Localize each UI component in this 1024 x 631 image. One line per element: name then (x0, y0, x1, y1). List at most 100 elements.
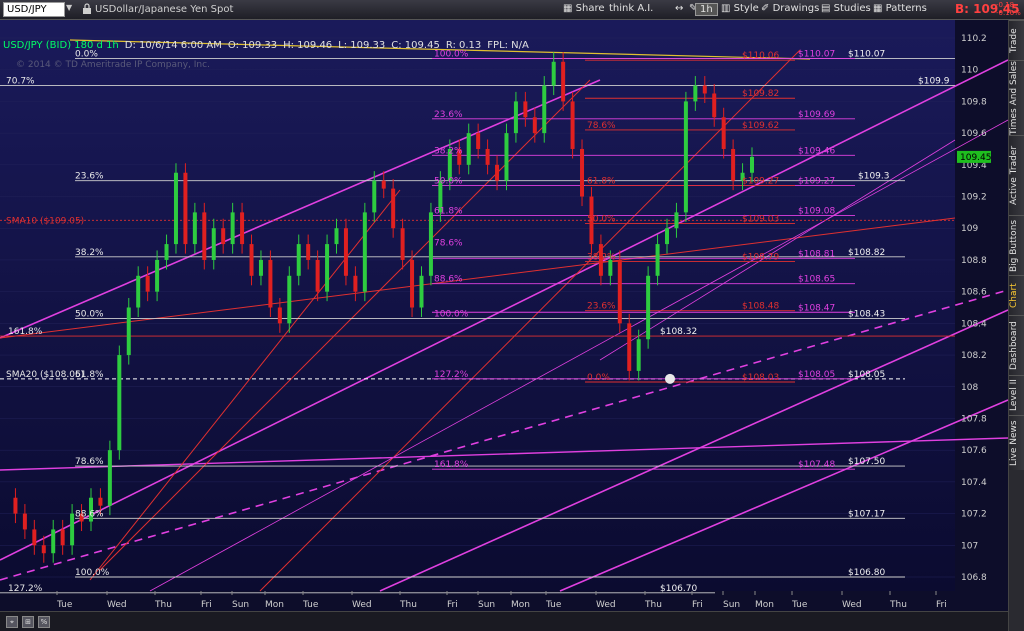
level-magenta-label: $109.08 (798, 207, 835, 217)
level-red-label: $108.79 (742, 253, 779, 263)
level-magenta-label: $108.47 (798, 303, 835, 313)
candle-body (731, 148, 736, 181)
candle-body (674, 212, 679, 229)
ohlc-close: C: 109.45 (391, 40, 440, 51)
zoom-icon[interactable]: ⊞ (22, 616, 34, 628)
fib-red-label: 0.0% (587, 373, 610, 383)
studies-label: Studies (833, 3, 871, 14)
candle-body (721, 117, 726, 149)
price-tick: 107.4 (961, 478, 987, 488)
level-magenta-label: $108.81 (798, 249, 835, 259)
candle-body (192, 212, 197, 245)
candle-body (13, 497, 18, 514)
fib-left-label: 38.2% (75, 248, 104, 258)
fib-left-label: 23.6% (75, 172, 104, 182)
fib-left-label: 70.7% (6, 77, 35, 87)
candle-body (391, 188, 396, 229)
patterns-button[interactable]: ▦ Patterns (870, 2, 930, 17)
candle-body (107, 450, 112, 506)
candle-body (683, 101, 688, 213)
price-tick: 107.6 (961, 446, 987, 456)
flip-icon[interactable]: ↔ (672, 2, 686, 17)
candle-body (532, 117, 537, 134)
price-chart[interactable]: 0.0% 70.7% 23.6% 38.2% 50.0% 161.8% 61.8% 78.6%… (0, 20, 1008, 611)
candle-body (381, 180, 386, 189)
drawings-label: Drawings (772, 3, 820, 14)
candle-body (542, 85, 547, 134)
chart-toolbar: USD/JPY ▼ USDollar/Japanese Yen Spot ▦ S… (0, 0, 1024, 20)
level-magenta-label: $109.27 (798, 176, 835, 186)
side-tab-times-and-sales[interactable]: Times And Sales (1009, 60, 1024, 135)
cursor-icon[interactable]: ⌖ (6, 616, 18, 628)
timeframe-button[interactable]: 1h (695, 3, 718, 16)
candle-body (136, 275, 141, 308)
percent-icon[interactable]: % (38, 616, 50, 628)
candle-body (164, 244, 169, 260)
think-ai-button[interactable]: think A.I. (606, 2, 656, 17)
patterns-label: Patterns (885, 3, 927, 14)
candle-body (32, 529, 37, 546)
style-button[interactable]: ▥ Style (718, 2, 762, 17)
time-tick: Sun (723, 600, 740, 610)
candle-body (117, 355, 122, 451)
time-tick: Tue (791, 600, 808, 610)
candle-body (145, 275, 150, 292)
candle-body (428, 212, 433, 276)
candle-body (750, 156, 754, 173)
candle-body (627, 323, 632, 371)
side-tab-trade[interactable]: Trade (1009, 20, 1024, 60)
fib-left-label: 50.0% (75, 310, 104, 320)
candle-body (485, 148, 490, 165)
fib-left-label: 161.8% (8, 327, 43, 337)
level-magenta-label: $107.48 (798, 460, 835, 470)
level-white-label: $108.43 (848, 310, 885, 320)
chevron-down-icon[interactable]: ▼ (66, 3, 78, 17)
link-icon[interactable] (82, 3, 92, 15)
bid-label: B: (955, 2, 969, 16)
candle-body (570, 101, 575, 149)
time-tick: Thu (889, 600, 907, 610)
candle-body (702, 85, 707, 94)
fib-mid-label: 23.6% (434, 110, 463, 120)
ohlc-high: H: 109.46 (283, 40, 333, 51)
side-tab-big-buttons[interactable]: Big Buttons (1009, 215, 1024, 275)
candle-body (400, 228, 405, 260)
side-tab-live-news[interactable]: Live News (1009, 415, 1024, 470)
side-tab-chart[interactable]: Chart (1009, 275, 1024, 315)
time-tick: Thu (154, 600, 172, 610)
candle-body (580, 148, 585, 197)
side-tab-level-ii[interactable]: Level II (1009, 375, 1024, 415)
fib-left-label: 100.0% (75, 568, 110, 578)
level-white-label: $107.17 (848, 509, 885, 519)
time-tick: Mon (511, 600, 530, 610)
drawings-button[interactable]: ✐ Drawings (758, 2, 822, 17)
symbol-input[interactable]: USD/JPY (3, 2, 65, 17)
level-magenta-label: $109.69 (798, 110, 835, 120)
patterns-icon: ▦ (873, 3, 886, 14)
price-tick: 108.8 (961, 256, 987, 266)
side-tab-active-trader[interactable]: Active Trader (1009, 135, 1024, 215)
time-tick: Thu (644, 600, 662, 610)
fib-mid-label: 38.2% (434, 146, 463, 156)
candle-body (126, 307, 131, 356)
candle-body (306, 244, 311, 260)
candle-body (202, 212, 207, 260)
side-tab-dashboard[interactable]: Dashboard (1009, 315, 1024, 375)
studies-button[interactable]: ▤ Studies (818, 2, 874, 17)
candle-body (249, 244, 254, 276)
candle-body (211, 228, 216, 260)
candle-body (353, 275, 358, 292)
time-tick: Tue (302, 600, 319, 610)
chart-bottom-toolbar: ⌖ ⊞ % (0, 611, 1008, 631)
ohlc-name: USD/JPY (BID) 180 d 1h (3, 40, 119, 51)
time-tick: Tue (56, 600, 73, 610)
candle-body (495, 164, 500, 181)
chart-canvas[interactable]: 0.0% 70.7% 23.6% 38.2% 50.0% 161.8% 61.8% 78.6%… (0, 20, 1008, 611)
fib-red-label: 61.8% (587, 176, 616, 186)
share-button[interactable]: ▦ Share (560, 2, 608, 17)
candle-body (183, 172, 188, 245)
price-tick: 109.6 (961, 129, 987, 139)
studies-icon: ▤ (821, 3, 834, 14)
candle-body (155, 259, 160, 292)
time-tick: Sun (478, 600, 495, 610)
